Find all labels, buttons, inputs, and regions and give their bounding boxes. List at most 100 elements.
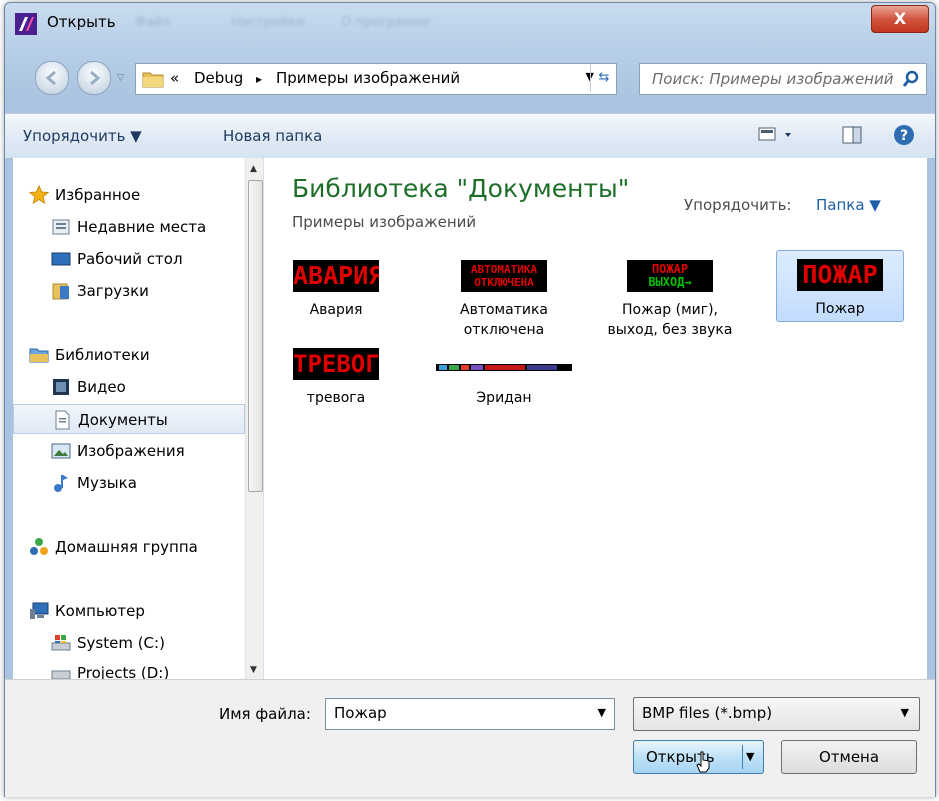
- navigation-pane: Избранное Недавние места Рабочий стол За…: [13, 158, 264, 679]
- system-drive-icon: [51, 635, 71, 651]
- blurred-menu-item: Файл: [135, 15, 171, 30]
- library-title: Библиотека "Документы": [292, 174, 630, 203]
- sidebar-item-music[interactable]: Музыка: [13, 468, 245, 498]
- cancel-button[interactable]: Отмена: [781, 740, 917, 774]
- star-icon: [29, 185, 49, 205]
- sidebar-item-homegroup[interactable]: Домашняя группа: [13, 532, 245, 562]
- sidebar-item-computer[interactable]: Компьютер: [13, 596, 245, 626]
- address-bar[interactable]: « Debug ▸ Примеры изображений ▼: [135, 63, 617, 95]
- close-button[interactable]: X: [871, 5, 929, 33]
- mouse-cursor-icon: [696, 751, 710, 773]
- file-name: Автоматика: [460, 302, 548, 318]
- sidebar-item-documents[interactable]: Документы: [13, 404, 245, 434]
- breadcrumb-prefix[interactable]: «: [170, 69, 179, 87]
- file-name: Авария: [309, 302, 363, 318]
- breadcrumb-separator[interactable]: ▸: [256, 72, 262, 86]
- filename-value: Пожар: [334, 704, 387, 722]
- arrange-by-label: Упорядочить:: [684, 196, 792, 214]
- documents-icon: [55, 410, 70, 430]
- desktop-icon: [51, 252, 71, 266]
- new-folder-button[interactable]: Новая папка: [223, 127, 322, 145]
- sidebar-item-system-drive[interactable]: System (C:): [13, 628, 245, 658]
- title-bar[interactable]: Открыть Файл Настройки О программе X: [5, 3, 935, 43]
- preview-pane-icon[interactable]: [841, 124, 863, 146]
- refresh-button[interactable]: ⇆: [590, 64, 617, 92]
- search-icon[interactable]: [902, 70, 920, 88]
- sidebar-item-projects-drive[interactable]: Projects (D:): [13, 658, 245, 679]
- file-thumbnail: ПОЖАР: [797, 259, 883, 291]
- address-row: ▽ « Debug ▸ Примеры изображений ▼ ⇆ Поис…: [5, 61, 935, 101]
- forward-button[interactable]: [77, 61, 111, 95]
- file-thumbnail: АВАРИЯ: [293, 260, 379, 292]
- svg-text:?: ?: [900, 128, 908, 144]
- organize-button[interactable]: Упорядочить ▼: [23, 127, 142, 145]
- file-name: тревога: [306, 390, 366, 406]
- scroll-up-icon[interactable]: ▲: [250, 164, 257, 174]
- library-subtitle: Примеры изображений: [292, 213, 477, 231]
- sidebar-item-video[interactable]: Видео: [13, 372, 245, 402]
- dialog-footer: Имя файла: Пожар ▼ BMP files (*.bmp) ▼ О…: [5, 679, 935, 797]
- recent-locations-dropdown[interactable]: ▽: [117, 73, 127, 83]
- thumbnail-text: АВТОМАТИКА: [470, 263, 538, 276]
- sidebar-item-desktop[interactable]: Рабочий стол: [13, 244, 245, 274]
- window-title: Открыть: [47, 13, 116, 31]
- file-thumbnail: ТРЕВОГА: [293, 348, 379, 380]
- file-name: Пожар: [815, 301, 865, 317]
- recent-places-icon: [52, 219, 70, 235]
- file-tile[interactable]: АВТОМАТИКА ОТКЛЮЧЕНА Автоматика отключен…: [440, 254, 568, 338]
- file-thumbnail: ПОЖАР ВЫХОД→: [627, 260, 713, 292]
- filetype-value: BMP files (*.bmp): [642, 704, 773, 722]
- file-thumbnail: АВТОМАТИКА ОТКЛЮЧЕНА: [461, 260, 547, 292]
- breadcrumb-debug[interactable]: Debug: [194, 69, 243, 87]
- search-input[interactable]: Поиск: Примеры изображений: [639, 63, 927, 95]
- back-arrow-icon: [45, 70, 56, 86]
- arrange-by-dropdown[interactable]: Папка ▼: [816, 196, 881, 214]
- pictures-icon: [51, 443, 71, 459]
- sidebar-item-pictures[interactable]: Изображения: [13, 436, 245, 466]
- thumbnail-text: ВЫХОД→: [648, 275, 692, 289]
- file-list-pane: Библиотека "Документы" Примеры изображен…: [264, 158, 927, 679]
- file-tile[interactable]: ТРЕВОГА тревога: [272, 342, 400, 426]
- filename-input[interactable]: Пожар ▼: [325, 698, 615, 730]
- blurred-menu-item: О программе: [341, 15, 431, 30]
- music-icon: [54, 475, 68, 492]
- filename-label: Имя файла:: [219, 705, 311, 723]
- help-icon[interactable]: ?: [893, 124, 915, 146]
- scrollbar-thumb[interactable]: [248, 180, 263, 492]
- view-options-icon[interactable]: [757, 124, 797, 146]
- libraries-icon: [29, 348, 49, 363]
- open-button[interactable]: Открыть ▼: [633, 740, 764, 774]
- scroll-down-icon[interactable]: ▼: [250, 665, 257, 675]
- command-bar: Упорядочить ▼ Новая папка ?: [5, 113, 935, 159]
- chevron-down-icon[interactable]: ▼: [598, 706, 606, 719]
- sidebar-item-downloads[interactable]: Загрузки: [13, 276, 245, 306]
- file-tile[interactable]: Эридан: [436, 342, 572, 426]
- video-icon: [53, 379, 69, 395]
- file-tile-selected[interactable]: ПОЖАР Пожар: [776, 250, 904, 322]
- sidebar-item-recent-places[interactable]: Недавние места: [13, 212, 245, 242]
- file-name: Пожар (миг),: [621, 302, 718, 318]
- breadcrumb-samples[interactable]: Примеры изображений: [276, 69, 460, 87]
- open-file-dialog: Открыть Файл Настройки О программе X ▽ «…: [4, 2, 936, 797]
- chevron-down-icon[interactable]: ▼: [901, 706, 909, 719]
- file-tile[interactable]: ПОЖАР ВЫХОД→ Пожар (миг), выход, без зву…: [606, 254, 734, 338]
- sidebar-item-libraries[interactable]: Библиотеки: [13, 340, 245, 370]
- refresh-icon: ⇆: [598, 70, 610, 85]
- file-thumbnail: [436, 364, 572, 371]
- file-name-line2: выход, без звука: [607, 322, 733, 338]
- computer-icon: [30, 602, 49, 619]
- file-name-line2: отключена: [463, 322, 545, 338]
- homegroup-icon: [30, 538, 48, 555]
- app-icon: [15, 13, 37, 35]
- open-options-dropdown-icon[interactable]: ▼: [746, 741, 754, 773]
- file-tile[interactable]: АВАРИЯ Авария: [272, 254, 400, 338]
- file-name: Эридан: [476, 390, 532, 406]
- back-button[interactable]: [35, 61, 69, 95]
- navigation-scrollbar[interactable]: ▲ ▼: [245, 158, 263, 679]
- sidebar-item-favorites[interactable]: Избранное: [13, 180, 245, 210]
- split-divider: [742, 745, 743, 769]
- search-placeholder: Поиск: Примеры изображений: [652, 70, 894, 88]
- filetype-select[interactable]: BMP files (*.bmp) ▼: [633, 697, 920, 731]
- forward-arrow-icon: [90, 70, 101, 86]
- downloads-icon: [52, 283, 69, 300]
